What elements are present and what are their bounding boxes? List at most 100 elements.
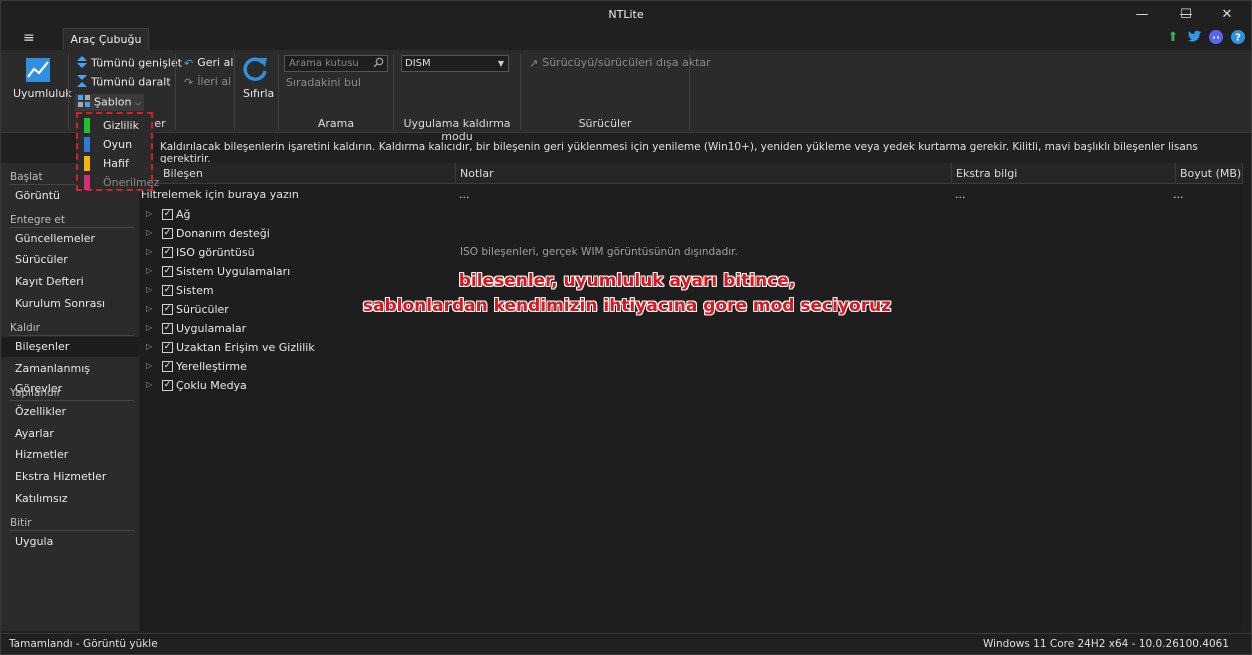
row-label: Uygulamalar bbox=[176, 322, 247, 335]
color-swatch bbox=[84, 137, 90, 152]
expand-arrow-icon[interactable]: ▷ bbox=[146, 228, 152, 237]
sidebar-item-updates[interactable]: Güncellemeler bbox=[1, 229, 139, 249]
reset-button[interactable]: Sıfırla bbox=[243, 87, 274, 100]
table-row[interactable]: ▷ ✓ Uzaktan Erişim ve Gizlilik bbox=[141, 339, 1243, 358]
removal-mode-value: DISM bbox=[405, 58, 431, 69]
minimize-button-2[interactable]: — bbox=[1121, 1, 1163, 28]
column-header-component[interactable]: Bileşen bbox=[141, 163, 456, 184]
compatibility-icon[interactable] bbox=[25, 57, 51, 86]
expand-arrow-icon[interactable]: ▷ bbox=[146, 247, 152, 256]
collapse-all-button[interactable]: Tümünü daralt bbox=[77, 75, 171, 90]
checkbox[interactable]: ✓ bbox=[162, 209, 173, 220]
redo-button[interactable]: ↷ İleri al bbox=[184, 75, 231, 89]
search-placeholder: Arama kutusu bbox=[289, 58, 359, 69]
template-item-label: Önerilmez bbox=[103, 176, 160, 189]
undo-label: Geri al bbox=[197, 56, 234, 69]
reset-icon[interactable] bbox=[241, 55, 269, 86]
export-icon: ↗ bbox=[529, 56, 539, 70]
checkbox[interactable]: ✓ bbox=[162, 228, 173, 239]
sidebar-item-scheduled-tasks[interactable]: Zamanlanmış Görevler bbox=[1, 359, 139, 395]
template-item-oyun[interactable]: Oyun bbox=[82, 136, 150, 153]
app-window: NTLite — — ☐ ✕ ≡ Araç Çubuğu ⬆ ? Uyumlul… bbox=[0, 0, 1252, 655]
expand-arrow-icon[interactable]: ▷ bbox=[146, 209, 152, 218]
template-item-onerilmez[interactable]: Önerilmez bbox=[82, 174, 159, 191]
help-icon[interactable]: ? bbox=[1229, 30, 1247, 48]
filter-size[interactable]: ... bbox=[1173, 188, 1184, 201]
export-drivers-label: Sürücüyü/sürücüleri dışa aktar bbox=[542, 56, 711, 69]
template-label: Şablon bbox=[94, 95, 132, 109]
ribbon: Uyumluluk Tümünü genişlet Tümünü daralt … bbox=[1, 50, 1251, 143]
menu-icon[interactable]: ≡ bbox=[23, 30, 35, 46]
expand-arrow-icon[interactable]: ▷ bbox=[146, 380, 152, 389]
sidebar-header-integrate: Entegre et bbox=[10, 214, 65, 226]
row-label: Donanım desteği bbox=[176, 227, 270, 240]
table-row[interactable]: ▷ ✓ Donanım desteği bbox=[141, 225, 1243, 244]
template-item-gizlilik[interactable]: Gizlilik bbox=[82, 117, 150, 134]
checkbox[interactable]: ✓ bbox=[162, 380, 173, 391]
expand-arrow-icon[interactable]: ▷ bbox=[146, 361, 152, 370]
filter-input[interactable]: Filtrelemek için buraya yazın bbox=[141, 188, 299, 201]
status-text: Tamamlandı - Görüntü yükle bbox=[9, 638, 158, 650]
undo-icon: ↶ bbox=[184, 56, 194, 70]
export-drivers-button[interactable]: ↗ Sürücüyü/sürücüleri dışa aktar bbox=[529, 56, 711, 70]
sidebar-item-services[interactable]: Hizmetler bbox=[1, 445, 139, 465]
ribbon-tab-row: ≡ Araç Çubuğu ⬆ ? bbox=[1, 28, 1251, 50]
color-swatch bbox=[84, 175, 90, 190]
close-button[interactable]: ✕ bbox=[1206, 1, 1248, 28]
template-icon bbox=[78, 95, 90, 110]
find-next-button[interactable]: Sıradakini bul bbox=[286, 76, 361, 89]
search-group-label: Arama bbox=[317, 117, 355, 130]
template-item-label: Gizlilik bbox=[103, 119, 139, 132]
filter-notes[interactable]: ... bbox=[459, 188, 470, 201]
checkbox[interactable]: ✓ bbox=[162, 247, 173, 258]
row-label: ISO görüntüsü bbox=[176, 246, 255, 259]
svg-text:?: ? bbox=[1235, 33, 1241, 44]
twitter-icon[interactable] bbox=[1186, 30, 1204, 46]
expand-arrow-icon[interactable]: ▷ bbox=[146, 342, 152, 351]
removal-mode-select[interactable]: DISM ▼ bbox=[401, 55, 509, 72]
collapse-icon bbox=[77, 75, 87, 90]
table-row[interactable]: ▷ ✓ Uygulamalar bbox=[141, 320, 1243, 339]
compatibility-button[interactable]: Uyumluluk bbox=[13, 87, 72, 100]
row-label: Çoklu Medya bbox=[176, 379, 247, 392]
undo-button[interactable]: ↶ Geri al bbox=[184, 56, 233, 70]
sidebar-header-configure: Yapılandır bbox=[10, 387, 61, 399]
status-bar: Tamamlandı - Görüntü yükle Windows 11 Co… bbox=[1, 633, 1251, 654]
filter-extra[interactable]: ... bbox=[955, 188, 966, 201]
table-row[interactable]: ▷ ✓ Ağ bbox=[141, 206, 1243, 225]
sidebar-item-apply[interactable]: Uygula bbox=[1, 532, 139, 552]
column-header-extra-info[interactable]: Ekstra bilgi bbox=[952, 163, 1176, 184]
sidebar-item-unattended[interactable]: Katılımsız bbox=[1, 489, 139, 509]
update-arrow-icon[interactable]: ⬆ bbox=[1164, 30, 1182, 45]
expand-all-button[interactable]: Tümünü genişlet bbox=[77, 56, 182, 71]
column-header-notes[interactable]: Notlar bbox=[456, 163, 952, 184]
sidebar-item-drivers[interactable]: Sürücüler bbox=[1, 250, 139, 270]
table-row[interactable]: ▷ ✓ Çoklu Medya bbox=[141, 377, 1243, 396]
sidebar: Başlat Görüntü Entegre et Güncellemeler … bbox=[1, 163, 139, 631]
info-bar: Kaldırılacak bileşenlerin işaretini kald… bbox=[141, 138, 1241, 165]
sidebar-item-extra-services[interactable]: Ekstra Hizmetler bbox=[1, 467, 139, 487]
redo-icon: ↷ bbox=[184, 75, 194, 89]
sidebar-item-settings[interactable]: Ayarlar bbox=[1, 424, 139, 444]
drivers-group-label: Sürücüler bbox=[578, 117, 632, 130]
checkbox[interactable]: ✓ bbox=[162, 342, 173, 353]
components-list: Bileşen Notlar Ekstra bilgi Boyut (MB) F… bbox=[141, 163, 1243, 631]
tab-toolbar[interactable]: Araç Çubuğu bbox=[63, 28, 149, 50]
template-button[interactable]: Şablon ⌵ bbox=[75, 94, 145, 111]
expand-arrow-icon[interactable]: ▷ bbox=[146, 323, 152, 332]
template-item-label: Hafif bbox=[103, 157, 129, 170]
template-item-label: Oyun bbox=[103, 138, 133, 151]
search-input[interactable]: Arama kutusu bbox=[284, 55, 388, 72]
table-row[interactable]: ▷ ✓ ISO görüntüsü ISO bileşenleri, gerçe… bbox=[141, 244, 1243, 263]
sidebar-item-features[interactable]: Özellikler bbox=[1, 402, 139, 422]
column-header-size[interactable]: Boyut (MB) bbox=[1176, 163, 1243, 184]
template-item-hafif[interactable]: Hafif bbox=[82, 155, 150, 172]
table-row[interactable]: ▷ ✓ Yerelleştirme bbox=[141, 358, 1243, 377]
maximize-button[interactable]: ☐ bbox=[1165, 1, 1207, 28]
sidebar-item-components[interactable]: Bileşenler bbox=[1, 337, 139, 357]
discord-icon[interactable] bbox=[1207, 30, 1225, 48]
template-dropdown: Gizlilik Oyun Hafif Önerilmez bbox=[76, 112, 159, 191]
checkbox[interactable]: ✓ bbox=[162, 323, 173, 334]
search-icon bbox=[373, 57, 384, 73]
checkbox[interactable]: ✓ bbox=[162, 361, 173, 372]
